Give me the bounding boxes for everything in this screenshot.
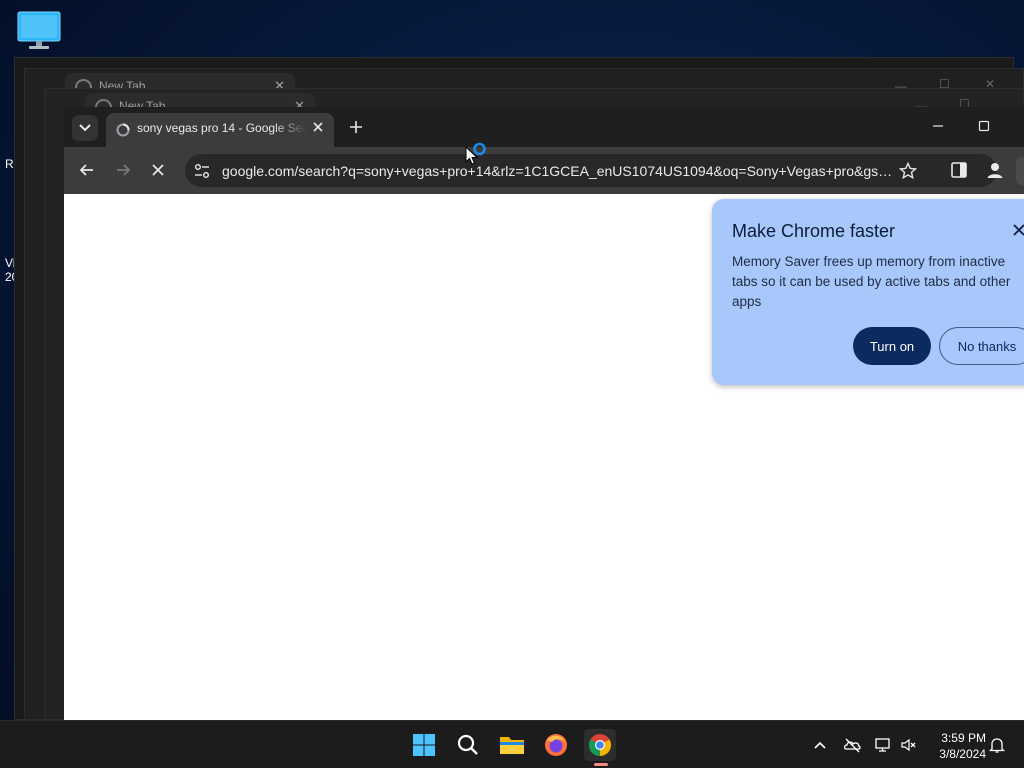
arrow-right-icon: [117, 164, 131, 176]
taskbar-search-button[interactable]: [452, 729, 484, 761]
close-icon[interactable]: [1012, 223, 1024, 237]
toolbar-overflow: [1016, 157, 1024, 185]
new-tab-icon[interactable]: [346, 117, 366, 137]
taskbar: 3:59 PM 3/8/2024: [0, 720, 1024, 768]
title-bar[interactable]: sony vegas pro 14 - Google Search: [64, 107, 1024, 147]
busy-cursor-icon: [465, 142, 486, 165]
memory-saver-promo: Make Chrome faster Memory Saver frees up…: [712, 199, 1024, 385]
clock-date: 3/8/2024: [939, 747, 986, 761]
onedrive-icon[interactable]: [843, 736, 861, 754]
profile-avatar-icon[interactable]: [984, 159, 1006, 181]
stop-loading-button[interactable]: [147, 159, 169, 181]
maximize-icon[interactable]: [974, 118, 994, 134]
arrow-left-icon: [79, 164, 93, 176]
side-panel-icon[interactable]: [949, 160, 969, 180]
clock-time: 3:59 PM: [941, 731, 986, 745]
no-thanks-button[interactable]: No thanks: [939, 327, 1024, 365]
firefox-icon: [545, 734, 567, 756]
file-explorer-button[interactable]: [496, 729, 528, 761]
chevron-down-icon: [79, 124, 91, 132]
site-info-icon[interactable]: [193, 162, 211, 180]
firefox-button[interactable]: [540, 729, 572, 761]
network-icon[interactable]: [874, 736, 892, 754]
toolbar: google.com/search?q=sony+vegas+pro+14&rl…: [64, 147, 1024, 194]
back-button[interactable]: [76, 159, 98, 181]
chrome-taskbar-button[interactable]: [584, 729, 616, 761]
forward-button[interactable]: [112, 159, 134, 181]
loading-spinner-icon: [116, 123, 130, 137]
turn-on-button[interactable]: Turn on: [853, 327, 931, 365]
folder-icon: [500, 737, 524, 754]
desktop-label-fragment: R: [5, 157, 14, 171]
search-icon: [457, 734, 478, 755]
promo-body: Memory Saver frees up memory from inacti…: [732, 254, 1011, 309]
tab-title: sony vegas pro 14 - Google Search: [137, 121, 307, 135]
notification-bell-icon[interactable]: [988, 736, 1006, 754]
close-tab-icon[interactable]: [310, 119, 326, 135]
promo-title: Make Chrome faster: [732, 221, 896, 241]
this-pc-desktop-icon[interactable]: [16, 10, 62, 50]
windows-start-icon: [413, 734, 435, 756]
minimize-icon[interactable]: [928, 118, 948, 134]
start-button[interactable]: [408, 729, 440, 761]
tab-active[interactable]: sony vegas pro 14 - Google Search: [106, 113, 334, 147]
tab-search-button[interactable]: [72, 115, 98, 141]
running-indicator: [594, 763, 608, 766]
clock[interactable]: 3:59 PM 3/8/2024: [924, 730, 986, 762]
address-bar[interactable]: google.com/search?q=sony+vegas+pro+14&rl…: [185, 154, 997, 187]
bookmark-star-icon[interactable]: [898, 161, 918, 181]
chevron-up-icon[interactable]: [811, 736, 829, 754]
chrome-icon: [589, 734, 611, 756]
stop-icon: [152, 164, 164, 176]
volume-muted-icon[interactable]: [900, 736, 918, 754]
url-text[interactable]: google.com/search?q=sony+vegas+pro+14&rl…: [222, 163, 896, 179]
